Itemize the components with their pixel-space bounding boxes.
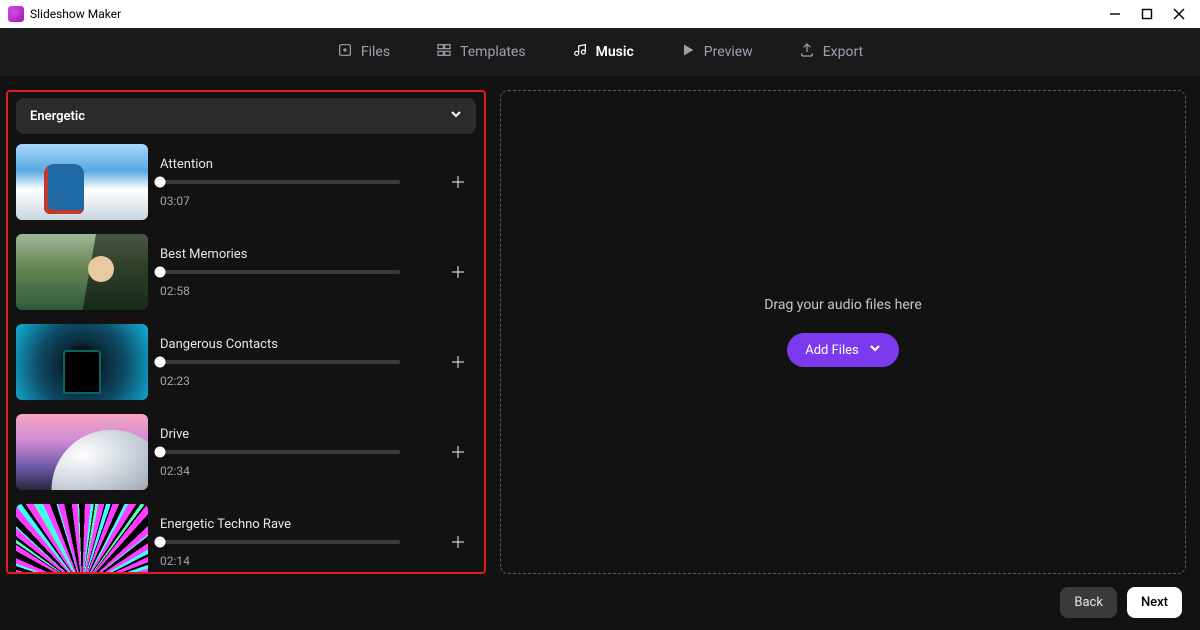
seek-slider[interactable] (160, 540, 400, 544)
app-icon (8, 6, 24, 22)
track-row: Best Memories 02:58 (16, 234, 476, 310)
track-row: Attention 03:07 (16, 144, 476, 220)
track-row: Drive 02:34 (16, 414, 476, 490)
nav-music[interactable]: Music (572, 42, 634, 62)
dropzone-hint: Drag your audio files here (764, 297, 922, 313)
chevron-down-icon (869, 342, 881, 358)
audio-dropzone[interactable]: Drag your audio files here Add Files (500, 90, 1186, 574)
track-duration: 02:14 (160, 554, 434, 568)
nav-label: Preview (704, 44, 753, 60)
seek-slider[interactable] (160, 450, 400, 454)
back-button[interactable]: Back (1060, 587, 1117, 618)
next-button[interactable]: Next (1127, 587, 1182, 618)
music-icon (572, 42, 588, 62)
track-thumbnail[interactable] (16, 144, 148, 220)
track-duration: 02:58 (160, 284, 434, 298)
seek-slider[interactable] (160, 180, 400, 184)
add-track-button[interactable] (446, 350, 470, 374)
track-title: Best Memories (160, 247, 434, 262)
close-icon[interactable] (1172, 7, 1186, 21)
track-title: Drive (160, 427, 434, 442)
chevron-down-icon (450, 108, 462, 124)
nav-label: Export (823, 44, 863, 60)
track-duration: 03:07 (160, 194, 434, 208)
seek-slider[interactable] (160, 360, 400, 364)
nav-files[interactable]: Files (337, 42, 390, 62)
track-title: Attention (160, 157, 434, 172)
music-library-panel: Energetic Attention 03:07 Best Memo (6, 90, 486, 574)
nav-preview[interactable]: Preview (680, 42, 753, 62)
add-track-button[interactable] (446, 440, 470, 464)
nav-templates[interactable]: Templates (436, 42, 526, 62)
track-duration: 02:34 (160, 464, 434, 478)
add-files-button[interactable]: Add Files (787, 333, 898, 367)
export-icon (799, 42, 815, 62)
track-row: Energetic Techno Rave 02:14 (16, 504, 476, 574)
track-thumbnail[interactable] (16, 414, 148, 490)
nav-label: Templates (460, 44, 526, 60)
window-titlebar: Slideshow Maker (0, 0, 1200, 28)
track-title: Dangerous Contacts (160, 337, 434, 352)
top-nav: Files Templates Music Preview Export (0, 28, 1200, 76)
play-icon (680, 42, 696, 62)
track-duration: 02:23 (160, 374, 434, 388)
nav-label: Files (361, 44, 390, 60)
footer: Back Next (0, 574, 1200, 630)
add-track-button[interactable] (446, 530, 470, 554)
track-row: Dangerous Contacts 02:23 (16, 324, 476, 400)
track-thumbnail[interactable] (16, 324, 148, 400)
track-thumbnail[interactable] (16, 234, 148, 310)
seek-slider[interactable] (160, 270, 400, 274)
minimize-icon[interactable] (1108, 7, 1122, 21)
nav-export[interactable]: Export (799, 42, 863, 62)
add-track-button[interactable] (446, 260, 470, 284)
add-file-icon (337, 42, 353, 62)
track-thumbnail[interactable] (16, 504, 148, 574)
add-track-button[interactable] (446, 170, 470, 194)
templates-icon (436, 42, 452, 62)
add-files-label: Add Files (805, 343, 858, 358)
category-label: Energetic (30, 109, 85, 124)
category-dropdown[interactable]: Energetic (16, 98, 476, 134)
nav-label: Music (596, 44, 634, 60)
track-title: Energetic Techno Rave (160, 517, 434, 532)
maximize-icon[interactable] (1140, 7, 1154, 21)
window-title: Slideshow Maker (30, 7, 121, 21)
